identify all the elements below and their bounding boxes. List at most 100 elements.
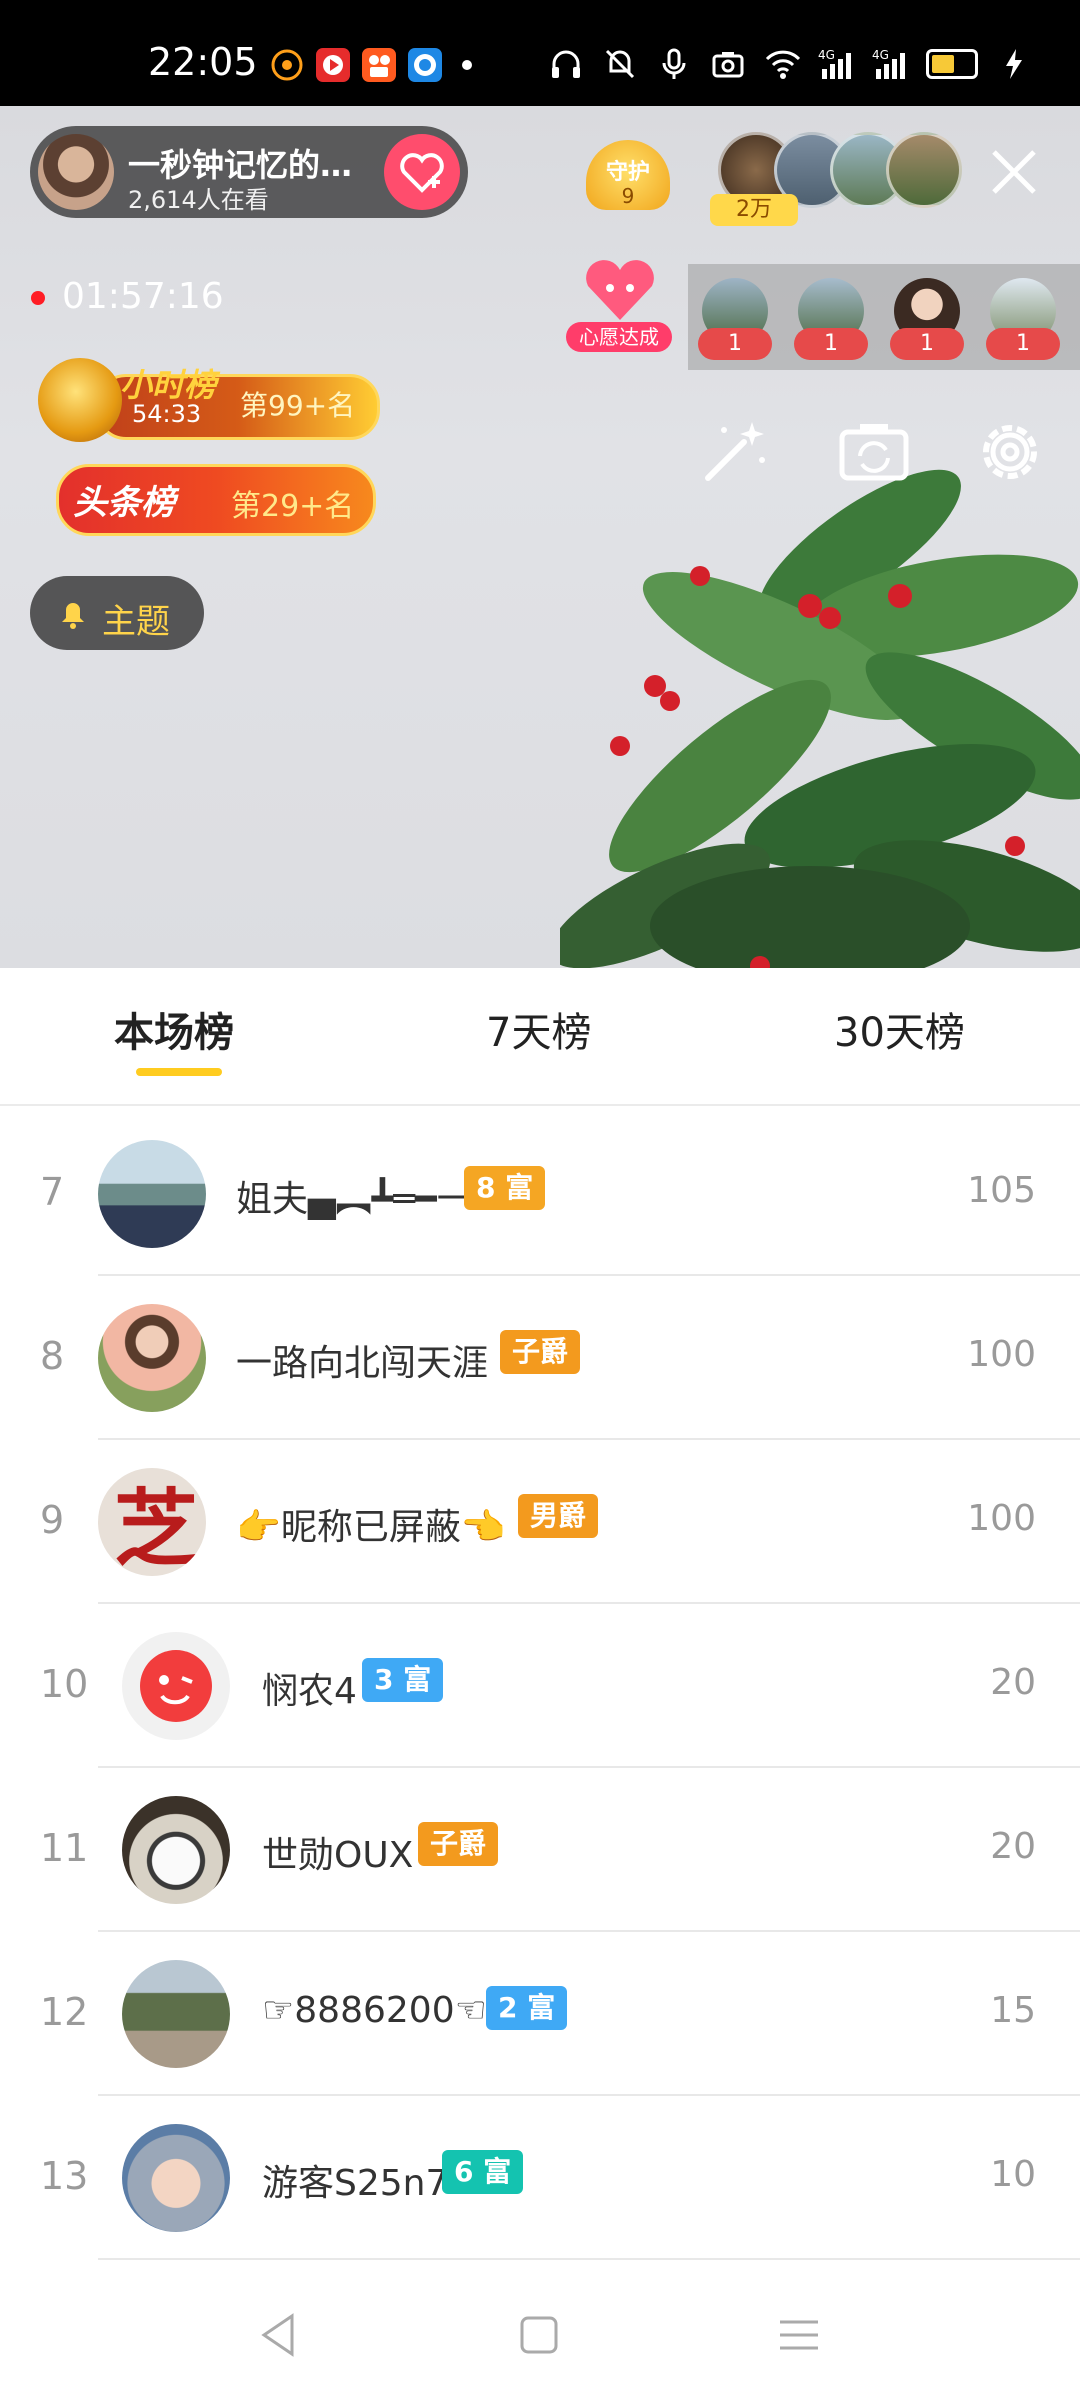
user-name: 悯农4 — [262, 1671, 357, 1712]
switch-camera-icon[interactable] — [838, 416, 910, 488]
ranking-tabs: 本场榜 7天榜 30天榜 — [0, 968, 1080, 1106]
avatar[interactable] — [98, 1304, 206, 1412]
wish-item[interactable]: 1 — [986, 278, 1060, 360]
tab-current-session[interactable]: 本场榜 — [114, 1000, 234, 1058]
rank-number: 11 — [40, 1826, 89, 1870]
close-icon[interactable] — [988, 146, 1040, 198]
score: 20 — [990, 1826, 1036, 1867]
mute-icon — [602, 46, 638, 82]
user-name: 世勋OUX — [262, 1835, 414, 1876]
avatar[interactable]: 芝 — [98, 1468, 206, 1576]
user-name: 一路向北闯天涯 — [236, 1343, 489, 1384]
rank-number: 12 — [40, 1990, 89, 2034]
wish-item[interactable]: 1 — [794, 278, 868, 360]
wish-button[interactable]: 心愿达成 — [566, 256, 672, 356]
score: 100 — [967, 1334, 1036, 1375]
avatar[interactable] — [122, 1632, 230, 1740]
hour-rank-badge[interactable]: 小时榜 54:33 第99+名 — [38, 358, 380, 442]
microphone-icon — [656, 46, 692, 82]
svg-text:芝: 芝 — [114, 1479, 198, 1576]
wish-gift-list[interactable]: 1 1 1 1 — [688, 264, 1080, 370]
guard-label: 守护 — [605, 160, 650, 185]
wish-item[interactable]: 1 — [890, 278, 964, 360]
trophy-icon — [38, 358, 122, 442]
rank-number: 13 — [40, 2154, 89, 2198]
wish-label: 心愿达成 — [566, 322, 672, 352]
noble-title-badge: 子爵 — [418, 1822, 499, 1866]
score: 15 — [990, 1990, 1036, 2031]
user-name: 姐夫▄︻┻═━一 — [236, 1179, 473, 1220]
viewer-count: 2,614人在看 — [128, 186, 269, 214]
status-app-icons — [270, 48, 472, 82]
follow-button[interactable] — [384, 134, 460, 210]
topic-label: 主题 — [102, 602, 170, 642]
svg-text:4G: 4G — [872, 48, 889, 62]
back-icon[interactable] — [252, 2308, 306, 2362]
heart-plus-icon — [400, 153, 444, 193]
list-item[interactable]: 9 芝 👉昵称已屏蔽👈 男爵 100 — [0, 1440, 1080, 1604]
signal-4g-icon: 4G — [818, 46, 854, 82]
camera-icon — [710, 46, 746, 82]
list-item[interactable]: 13 游客S25n7 6 富 10 — [0, 2096, 1080, 2260]
live-timer: 01:57:16 — [62, 276, 224, 317]
home-icon[interactable] — [512, 2308, 566, 2362]
rank-number: 10 — [40, 1662, 89, 1706]
live-video[interactable]: 一秒钟记忆的… 2,614人在看 守护 9 2万 01:57:16 小时榜 54… — [0, 106, 1080, 968]
avatar[interactable] — [122, 1960, 230, 2068]
hour-rank-time: 54:33 — [132, 400, 202, 428]
status-bar: 22:05 4G 4G — [0, 0, 1080, 106]
heart-icon — [586, 260, 654, 320]
tab-30-days[interactable]: 30天榜 — [834, 1000, 965, 1058]
more-notifications-dot — [462, 60, 472, 70]
wish-item[interactable]: 1 — [698, 278, 772, 360]
svg-text:4G: 4G — [818, 48, 835, 62]
tab-7-days[interactable]: 7天榜 — [486, 1000, 591, 1058]
guard-count: 9 — [621, 184, 635, 208]
wish-count: 1 — [794, 328, 868, 360]
contribution-badge: 2万 — [710, 194, 798, 226]
wealth-level-badge: 2 富 — [486, 1986, 568, 2030]
wifi-icon — [764, 46, 800, 82]
top-audience[interactable]: 2万 — [710, 132, 962, 226]
list-item[interactable]: 7 姐夫▄︻┻═━一 8 富 105 — [0, 1112, 1080, 1276]
active-tab-indicator — [136, 1068, 222, 1076]
user-name: 👉昵称已屏蔽👈 — [236, 1507, 506, 1548]
avatar[interactable] — [122, 1796, 230, 1904]
score: 10 — [990, 2154, 1036, 2195]
host-info[interactable]: 一秒钟记忆的… 2,614人在看 — [30, 126, 468, 218]
wealth-level-badge: 8 富 — [464, 1166, 546, 1210]
menu-icon[interactable] — [772, 2308, 826, 2362]
charging-bolt-icon — [996, 46, 1032, 82]
audience-avatar[interactable] — [886, 132, 962, 208]
noble-title-badge: 男爵 — [518, 1494, 599, 1538]
avatar[interactable] — [122, 2124, 230, 2232]
user-name: ☞8886200☜ — [262, 1990, 487, 2031]
list-item[interactable]: 11 世勋OUX 子爵 20 — [0, 1768, 1080, 1932]
guard-badge[interactable]: 守护 9 — [586, 140, 670, 224]
bell-icon — [62, 603, 84, 629]
list-item[interactable]: 12 ☞8886200☜ 2 富 15 — [0, 1932, 1080, 2096]
topic-button[interactable]: 主题 — [30, 576, 204, 650]
wish-count: 1 — [698, 328, 772, 360]
avatar[interactable] — [98, 1140, 206, 1248]
battery-icon — [926, 49, 978, 79]
score: 100 — [967, 1498, 1036, 1539]
list-item[interactable]: 8 一路向北闯天涯 子爵 100 — [0, 1276, 1080, 1440]
video-app-icon — [316, 48, 350, 82]
list-item[interactable]: 10 悯农4 3 富 20 — [0, 1604, 1080, 1768]
headphones-icon — [548, 46, 584, 82]
settings-gear-icon[interactable] — [974, 416, 1046, 488]
status-time: 22:05 — [148, 40, 258, 84]
system-navigation-bar — [0, 2268, 1080, 2400]
recording-dot-icon — [31, 291, 45, 305]
rank-number: 8 — [40, 1334, 65, 1378]
magic-wand-icon[interactable] — [698, 416, 770, 488]
host-avatar[interactable] — [38, 134, 114, 210]
hour-rank-position: 第99+名 — [240, 389, 356, 422]
browser-app-icon — [408, 48, 442, 82]
wish-count: 1 — [890, 328, 964, 360]
top-rank-badge[interactable]: 头条榜 第29+名 — [56, 464, 376, 536]
top-rank-position: 第29+名 — [231, 489, 355, 524]
wish-count: 1 — [986, 328, 1060, 360]
score: 105 — [967, 1170, 1036, 1211]
